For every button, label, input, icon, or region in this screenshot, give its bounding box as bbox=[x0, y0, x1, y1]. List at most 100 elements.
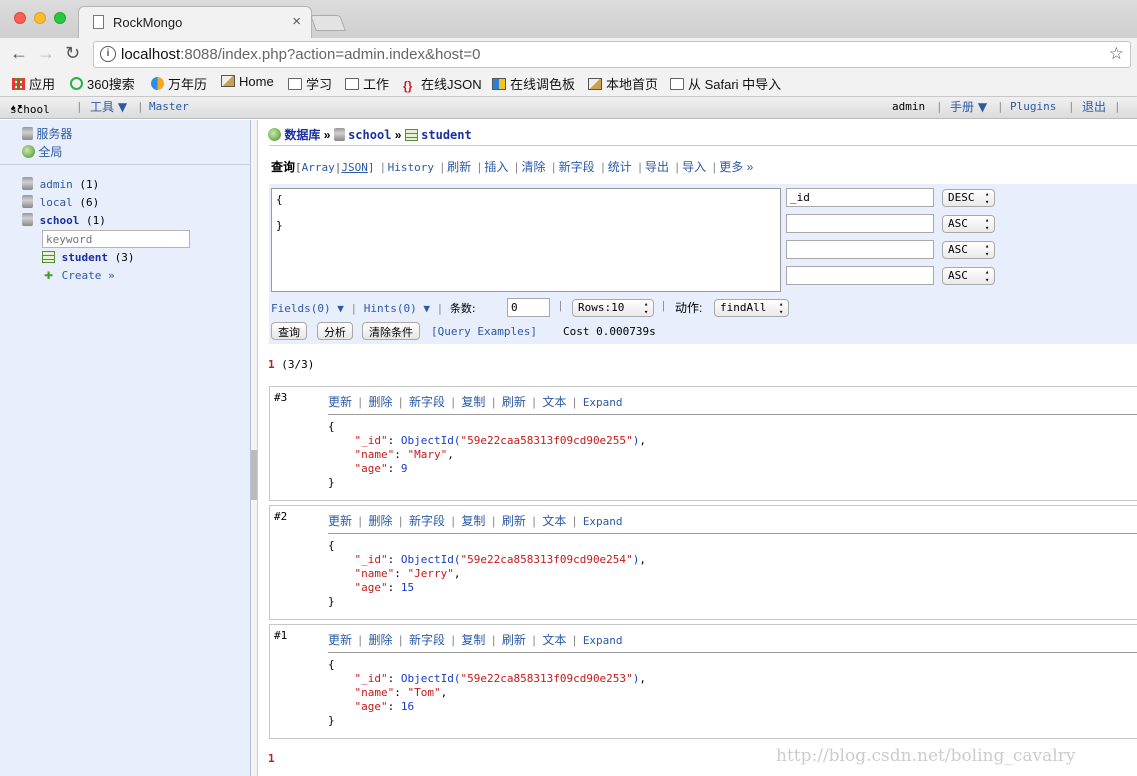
query-editor[interactable]: { } bbox=[271, 188, 781, 292]
sidebar-item-global[interactable]: 全局 bbox=[22, 143, 62, 160]
page-link-bottom[interactable]: 1 bbox=[268, 752, 275, 765]
rows-select[interactable]: Rows:10 bbox=[572, 299, 654, 317]
minimize-window-button[interactable] bbox=[34, 12, 46, 24]
sidebar-create-collection[interactable]: ✚ Create » bbox=[42, 267, 115, 283]
record-actions: 更新 | 删除 | 新字段 | 复制 | 刷新 | 文本 | Expand bbox=[328, 395, 623, 409]
info-icon[interactable]: i bbox=[100, 46, 116, 62]
update-button[interactable]: 更新 bbox=[328, 633, 352, 647]
bookmark-star-icon[interactable]: ☆ bbox=[1109, 44, 1124, 64]
bookmark-360[interactable]: 360搜索 bbox=[70, 74, 135, 93]
expand-button[interactable]: Expand bbox=[583, 634, 623, 647]
delete-button[interactable]: 删除 bbox=[368, 514, 392, 528]
bookmark-work[interactable]: 工作 bbox=[345, 74, 389, 93]
manual-menu[interactable]: 手册 ▼ bbox=[950, 98, 987, 115]
breadcrumb-collection[interactable]: student bbox=[421, 128, 472, 142]
refresh-button[interactable]: 刷新 bbox=[502, 395, 526, 409]
refresh-button[interactable]: 刷新 bbox=[502, 633, 526, 647]
zoom-window-button[interactable] bbox=[54, 12, 66, 24]
action-select[interactable]: findAll bbox=[714, 299, 789, 317]
url-text[interactable]: localhost:8088/index.php?action=admin.in… bbox=[121, 46, 480, 63]
address-bar[interactable]: i localhost:8088/index.php?action=admin.… bbox=[93, 41, 1131, 68]
bookmarks-bar: 应用 360搜索 万年历 Home 学习 工作 {} 在线JSON 在线调色板 本… bbox=[0, 70, 1137, 96]
tab-more[interactable]: 更多 » bbox=[719, 160, 753, 174]
sort-order-1[interactable]: DESC bbox=[942, 189, 995, 207]
text-button[interactable]: 文本 bbox=[542, 395, 566, 409]
new-tab-button[interactable] bbox=[310, 15, 346, 31]
bookmark-apps[interactable]: 应用 bbox=[12, 74, 55, 93]
tab-export[interactable]: 导出 bbox=[645, 160, 669, 174]
collection-keyword-input[interactable] bbox=[42, 230, 190, 248]
update-button[interactable]: 更新 bbox=[328, 514, 352, 528]
explain-button[interactable]: 分析 bbox=[317, 322, 353, 340]
splitter-grip[interactable] bbox=[251, 450, 257, 500]
browser-tab[interactable]: RockMongo × bbox=[78, 6, 312, 38]
fields-dropdown[interactable]: Fields(0) ▼ bbox=[271, 302, 344, 315]
back-arrow-icon[interactable]: ← bbox=[10, 43, 28, 64]
sidebar-collection-student[interactable]: student (3) bbox=[42, 251, 134, 264]
logout-link[interactable]: 退出 bbox=[1082, 98, 1106, 115]
array-link[interactable]: Array bbox=[302, 161, 335, 174]
clear-conditions-button[interactable]: 清除条件 bbox=[362, 322, 420, 340]
bookmark-palette[interactable]: 在线调色板 bbox=[492, 74, 575, 93]
expand-button[interactable]: Expand bbox=[583, 515, 623, 528]
tab-new-field[interactable]: 新字段 bbox=[559, 160, 595, 174]
sort-field-2[interactable] bbox=[786, 214, 934, 233]
copy-button[interactable]: 复制 bbox=[461, 514, 485, 528]
tools-menu[interactable]: 工具 ▼ bbox=[90, 98, 127, 115]
tab-insert[interactable]: 插入 bbox=[484, 160, 508, 174]
collection-toolbar: 查询[Array|JSON] | History | 刷新 | 插入 | 清除 … bbox=[271, 160, 754, 174]
tab-import[interactable]: 导入 bbox=[682, 160, 706, 174]
tab-close-icon[interactable]: × bbox=[292, 13, 301, 30]
limit-input[interactable] bbox=[507, 298, 550, 317]
bookmark-calendar[interactable]: 万年历 bbox=[151, 74, 207, 93]
new-field-button[interactable]: 新字段 bbox=[409, 633, 445, 647]
sort-field-4[interactable] bbox=[786, 266, 934, 285]
sort-order-3[interactable]: ASC bbox=[942, 241, 995, 259]
bookmark-local-home[interactable]: 本地首页 bbox=[588, 74, 658, 93]
tab-refresh[interactable]: 刷新 bbox=[447, 160, 471, 174]
sidebar-splitter[interactable] bbox=[251, 120, 258, 776]
plugins-link[interactable]: Plugins bbox=[1010, 100, 1056, 113]
page-link[interactable]: 1 bbox=[268, 358, 275, 371]
image-icon bbox=[588, 78, 602, 90]
sidebar-db-admin[interactable]: admin (1) bbox=[22, 177, 99, 191]
json-link[interactable]: JSON bbox=[341, 161, 368, 174]
tab-clear[interactable]: 清除 bbox=[521, 160, 545, 174]
query-examples-link[interactable]: [Query Examples] bbox=[431, 325, 537, 338]
sidebar-item-server[interactable]: 服务器 bbox=[22, 125, 72, 142]
bookmark-study[interactable]: 学习 bbox=[288, 74, 332, 93]
copy-button[interactable]: 复制 bbox=[461, 633, 485, 647]
new-field-button[interactable]: 新字段 bbox=[409, 395, 445, 409]
close-window-button[interactable] bbox=[14, 12, 26, 24]
new-field-button[interactable]: 新字段 bbox=[409, 514, 445, 528]
delete-button[interactable]: 删除 bbox=[368, 633, 392, 647]
reload-icon[interactable]: ↻ bbox=[65, 43, 80, 64]
sidebar-db-school[interactable]: school (1) bbox=[22, 213, 106, 227]
forward-arrow-icon[interactable]: → bbox=[37, 43, 55, 64]
sort-field-1[interactable] bbox=[786, 188, 934, 207]
refresh-button[interactable]: 刷新 bbox=[502, 514, 526, 528]
bookmark-json[interactable]: {} 在线JSON bbox=[403, 74, 482, 93]
image-icon bbox=[221, 75, 235, 87]
text-button[interactable]: 文本 bbox=[542, 514, 566, 528]
breadcrumb-dbname[interactable]: school bbox=[348, 128, 391, 142]
sidebar-db-local[interactable]: local (6) bbox=[22, 195, 99, 209]
sort-field-3[interactable] bbox=[786, 240, 934, 259]
text-button[interactable]: 文本 bbox=[542, 633, 566, 647]
delete-button[interactable]: 删除 bbox=[368, 395, 392, 409]
master-label[interactable]: Master bbox=[149, 100, 189, 113]
expand-button[interactable]: Expand bbox=[583, 396, 623, 409]
tab-stats[interactable]: 统计 bbox=[608, 160, 632, 174]
bookmark-safari-import[interactable]: 从 Safari 中导入 bbox=[670, 74, 781, 93]
sort-order-2[interactable]: ASC bbox=[942, 215, 995, 233]
hints-dropdown[interactable]: Hints(0) ▼ bbox=[364, 302, 430, 315]
breadcrumb-database[interactable]: 数据库 bbox=[284, 128, 320, 142]
sort-order-4[interactable]: ASC bbox=[942, 267, 995, 285]
bookmark-home[interactable]: Home bbox=[221, 74, 274, 89]
tab-history[interactable]: History bbox=[388, 161, 434, 174]
tab-query[interactable]: 查询 bbox=[271, 160, 295, 174]
query-button[interactable]: 查询 bbox=[271, 322, 307, 340]
update-button[interactable]: 更新 bbox=[328, 395, 352, 409]
copy-button[interactable]: 复制 bbox=[461, 395, 485, 409]
db-select[interactable]: school ▴▾ bbox=[10, 100, 50, 116]
